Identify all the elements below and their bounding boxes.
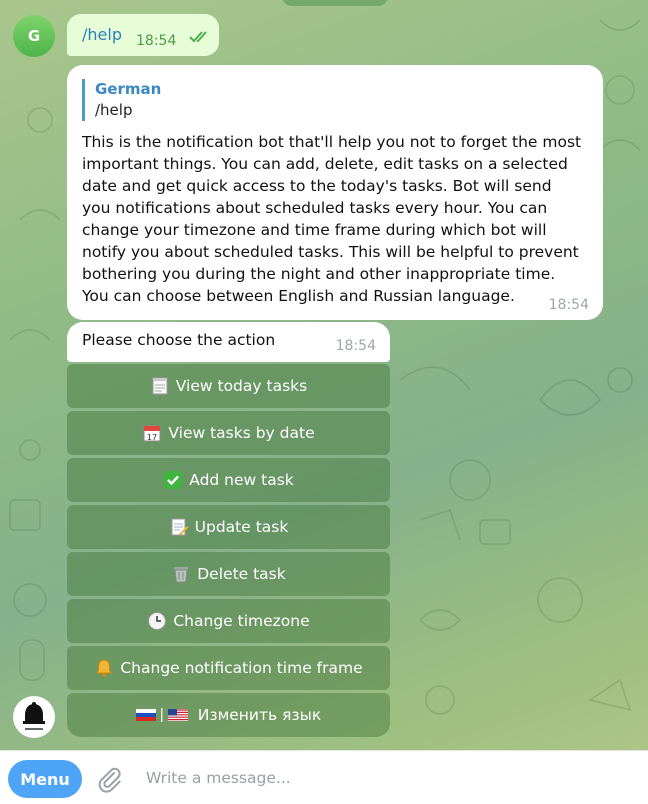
menu-button[interactable]: Menu <box>8 760 82 798</box>
action-prompt-message: Please choose the action 18:54 <box>67 322 390 362</box>
change-notification-time-frame-button[interactable]: Change notification time frame <box>67 646 390 690</box>
change-timezone-button[interactable]: Change timezone <box>67 599 390 643</box>
paperclip-icon[interactable] <box>95 765 123 793</box>
add-new-task-button[interactable]: Add new task <box>67 458 390 502</box>
previous-message-stub <box>282 0 388 6</box>
button-label: Update task <box>194 518 289 536</box>
memo-icon <box>171 518 189 536</box>
trash-icon <box>174 567 189 583</box>
reply-quote[interactable]: German /help <box>82 79 587 121</box>
delete-task-button[interactable]: Delete task <box>67 552 390 596</box>
calendar-icon: 17 <box>143 425 161 442</box>
bell-icon <box>95 659 113 677</box>
change-language-button[interactable]: Изменить язык <box>67 693 390 737</box>
button-label: Delete task <box>197 565 286 583</box>
update-task-button[interactable]: Update task <box>67 505 390 549</box>
reply-text: /help <box>95 101 133 119</box>
menu-label: Menu <box>20 769 70 789</box>
message-time: 18:54 <box>335 338 376 354</box>
flags-icon <box>135 708 188 722</box>
chat-area: G /help 18:54 German /help This is the n… <box>0 0 648 750</box>
message-time: 18:54 <box>136 33 177 49</box>
user-avatar[interactable]: G <box>13 15 55 57</box>
bot-avatar[interactable] <box>13 696 55 738</box>
button-label: Add new task <box>189 471 294 489</box>
message-body: This is the notification bot that'll hel… <box>82 133 582 305</box>
button-label: Изменить язык <box>197 706 322 724</box>
avatar-letter: G <box>27 27 41 45</box>
clock-icon <box>148 612 167 630</box>
button-label: Change timezone <box>173 612 310 630</box>
message-text: Please choose the action <box>82 331 276 349</box>
button-label: View today tasks <box>175 377 308 395</box>
help-message: German /help This is the notification bo… <box>67 65 603 320</box>
message-input[interactable] <box>146 763 626 793</box>
view-tasks-by-date-button[interactable]: 17 View tasks by date <box>67 411 390 455</box>
notepad-icon <box>152 377 168 395</box>
check-mark-icon <box>164 471 183 489</box>
read-checkmarks-icon <box>189 31 207 43</box>
outgoing-message[interactable]: /help 18:54 <box>67 14 219 56</box>
svg-text:17: 17 <box>147 433 157 442</box>
view-today-tasks-button[interactable]: View today tasks <box>67 364 390 408</box>
reply-author: German <box>95 80 162 98</box>
command-text[interactable]: /help <box>82 25 122 44</box>
bell-logo-icon <box>23 702 45 730</box>
message-time: 18:54 <box>548 297 589 313</box>
button-label: Change notification time frame <box>120 659 363 677</box>
button-label: View tasks by date <box>168 424 315 442</box>
message-composer: Menu <box>0 750 648 804</box>
